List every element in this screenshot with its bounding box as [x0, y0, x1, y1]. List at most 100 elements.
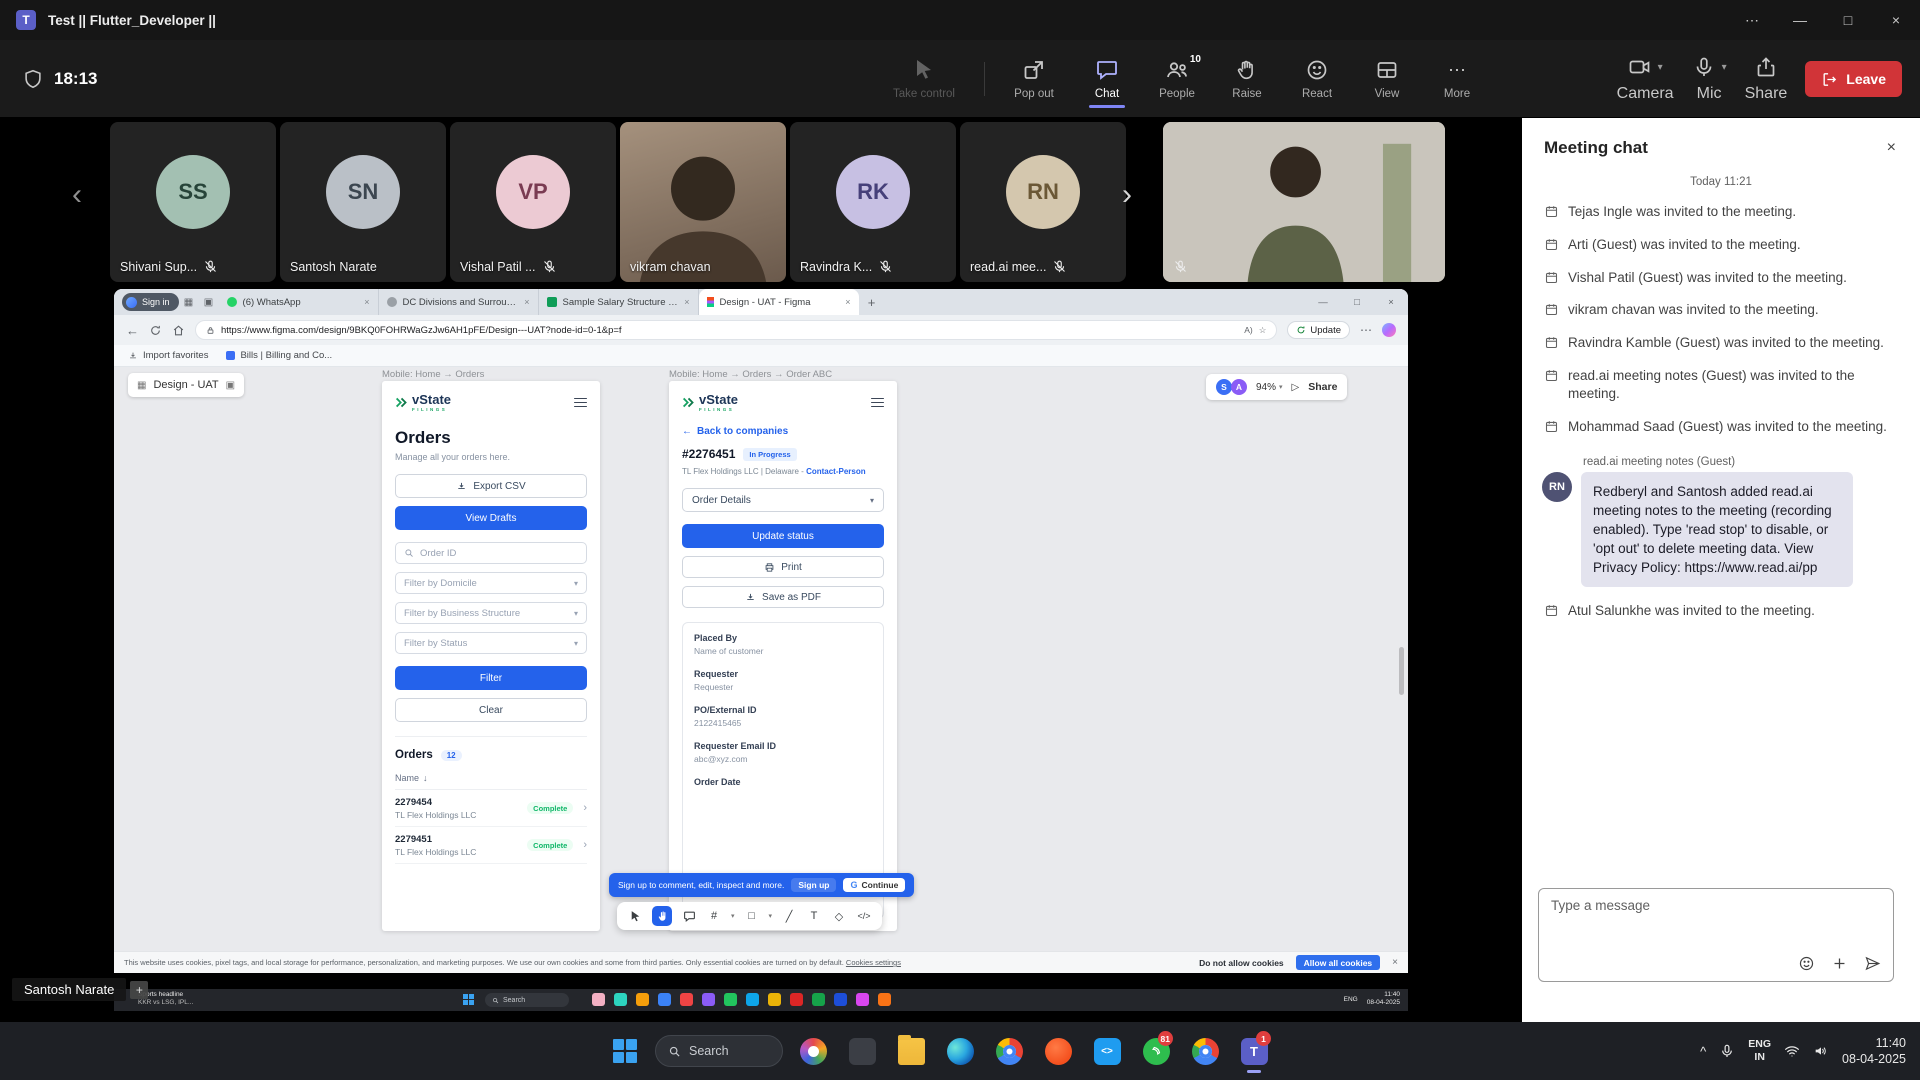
taskbar-app-icon[interactable] [834, 993, 847, 1006]
tray-expand-icon[interactable]: ^ [1700, 1044, 1706, 1059]
canvas-scrollbar[interactable] [1399, 647, 1404, 695]
connector-tool-icon[interactable]: ╱ [781, 908, 797, 924]
view-drafts-button[interactable]: View Drafts [395, 506, 587, 530]
taskbar-app-icon[interactable] [658, 993, 671, 1006]
taskbar-app-icon[interactable] [856, 993, 869, 1006]
emoji-icon[interactable] [1798, 955, 1815, 972]
figma-file-chip[interactable]: ▦ Design - UAT ▣ [128, 373, 244, 397]
view-button[interactable]: View [1355, 50, 1419, 108]
participant-tile[interactable]: RN read.ai mee... [960, 122, 1126, 282]
send-icon[interactable] [1864, 955, 1881, 972]
browser-menu-icon[interactable]: ⋯ [1360, 323, 1372, 337]
photos-app-button[interactable] [794, 1027, 832, 1075]
save-as-pdf-button[interactable]: Save as PDF [682, 586, 884, 608]
filter-button[interactable]: Filter [395, 666, 587, 690]
titlebar-more-icon[interactable]: ⋯ [1728, 0, 1776, 40]
browser-tab-active[interactable]: Design - UAT - Figma × [699, 289, 859, 315]
close-icon[interactable]: × [1872, 0, 1920, 40]
collaborator-avatar[interactable]: S [1216, 379, 1232, 395]
hand-tool-icon[interactable] [652, 906, 672, 926]
mic-control[interactable]: ▾ Mic [1692, 49, 1727, 109]
update-status-button[interactable]: Update status [682, 524, 884, 548]
browser-tab[interactable]: DC Divisions and Surroundings × [379, 289, 539, 315]
taskbar-app-icon[interactable] [592, 993, 605, 1006]
participant-tile[interactable]: RK Ravindra K... [790, 122, 956, 282]
tab-close-icon[interactable]: × [845, 297, 850, 307]
message-compose-box[interactable] [1538, 888, 1894, 982]
browser-maximize-icon[interactable]: □ [1340, 289, 1374, 315]
order-details-select[interactable]: Order Details ▾ [682, 488, 884, 512]
edge-button[interactable] [941, 1027, 979, 1075]
taskbar-clock[interactable]: 11:40 08-04-2025 [1842, 1035, 1906, 1068]
code-tool-icon[interactable]: </> [856, 908, 872, 924]
export-csv-button[interactable]: Export CSV [395, 474, 587, 498]
strip-scroll-left-icon[interactable]: ‹ [72, 178, 82, 212]
google-continue-button[interactable]: G Continue [843, 878, 905, 892]
favorite-star-icon[interactable]: ☆ [1259, 325, 1267, 336]
browser-tab[interactable]: Sample Salary Structure with cal... × [539, 289, 699, 315]
name-column-header[interactable]: Name ↓ [395, 773, 587, 783]
browser-update-button[interactable]: Update [1287, 321, 1350, 339]
search-input[interactable]: Search [485, 993, 569, 1007]
order-row[interactable]: 2279454 TL Flex Holdings LLC Complete › [395, 790, 587, 827]
allow-cookies-button[interactable]: Allow all cookies [1296, 955, 1381, 970]
taskbar-app-icon[interactable] [724, 993, 737, 1006]
back-to-companies-link[interactable]: ← Back to companies [682, 426, 884, 437]
cookies-settings-link[interactable]: Cookies settings [846, 958, 901, 967]
deny-cookies-button[interactable]: Do not allow cookies [1199, 958, 1284, 968]
hamburger-menu-icon[interactable] [871, 398, 884, 408]
contact-person-link[interactable]: Contact-Person [806, 467, 866, 476]
chrome-button[interactable] [990, 1027, 1028, 1075]
start-button[interactable] [606, 1027, 644, 1075]
react-button[interactable]: React [1285, 50, 1349, 108]
camera-chevron-icon[interactable]: ▾ [1658, 62, 1663, 73]
attach-plus-icon[interactable] [1831, 955, 1848, 972]
home-icon[interactable] [172, 324, 185, 337]
minimize-icon[interactable]: — [1776, 0, 1824, 40]
select-tool-icon[interactable] [627, 908, 643, 924]
taskbar-search-input[interactable]: Search [655, 1035, 783, 1067]
figma-share-button[interactable]: Share [1308, 381, 1337, 393]
taskbar-app-icon[interactable] [636, 993, 649, 1006]
browser-close-icon[interactable]: × [1374, 289, 1408, 315]
taskbar-app-icon[interactable] [746, 993, 759, 1006]
workspaces-icon[interactable]: ▦ [179, 297, 199, 308]
maximize-icon[interactable]: □ [1824, 0, 1872, 40]
presenter-pin-button[interactable]: + [130, 981, 148, 999]
participant-tile[interactable]: SS Shivani Sup... [110, 122, 276, 282]
address-bar[interactable]: https://www.figma.com/design/9BKQ0FOHRWa… [195, 320, 1277, 340]
print-button[interactable]: Print [682, 556, 884, 578]
zoom-control[interactable]: 94% ▾ [1256, 382, 1283, 393]
share-control[interactable]: Share [1745, 49, 1788, 109]
favorite-item[interactable]: Bills | Billing and Co... [226, 350, 332, 361]
vertical-tabs-icon[interactable]: ▣ [199, 297, 219, 308]
browser-tab[interactable]: (6) WhatsApp × [219, 289, 379, 315]
wifi-icon[interactable] [1784, 1043, 1800, 1059]
participant-tile-video[interactable]: vikram chavan [620, 122, 786, 282]
back-icon[interactable]: ← [126, 323, 139, 338]
taskbar-app-icon[interactable] [790, 993, 803, 1006]
vscode-button[interactable]: <> [1088, 1027, 1126, 1075]
filter-domicile-select[interactable]: Filter by Domicile ▾ [395, 572, 587, 594]
present-icon[interactable]: ▷ [1292, 382, 1300, 393]
collaborator-avatar[interactable]: A [1231, 379, 1247, 395]
taskbar-app-icon[interactable] [878, 993, 891, 1006]
filter-status-select[interactable]: Filter by Status ▾ [395, 632, 587, 654]
new-tab-icon[interactable]: + [859, 295, 885, 310]
brave-button[interactable] [1039, 1027, 1077, 1075]
shared-system-tray[interactable]: ENG 11:40 08-04-2025 [1344, 991, 1400, 1007]
taskbar-app-icon[interactable] [702, 993, 715, 1006]
cookie-close-icon[interactable]: × [1392, 957, 1398, 968]
participant-tile[interactable]: SN Santosh Narate [280, 122, 446, 282]
people-button[interactable]: 10 People [1145, 50, 1209, 108]
leave-button[interactable]: Leave [1805, 61, 1902, 97]
spotlight-participant-tile[interactable] [1163, 122, 1445, 282]
figma-frame-order-detail[interactable]: vState FILINGS ← Back to companies #2276… [669, 381, 897, 931]
browser-profile-button[interactable] [1186, 1027, 1224, 1075]
read-aloud-icon[interactable]: A) [1244, 325, 1253, 335]
tab-close-icon[interactable]: × [524, 297, 529, 307]
start-icon[interactable] [463, 994, 474, 1005]
more-button[interactable]: ⋯ More [1425, 50, 1489, 108]
shape-tool-icon[interactable]: □ [744, 908, 760, 924]
clear-button[interactable]: Clear [395, 698, 587, 722]
